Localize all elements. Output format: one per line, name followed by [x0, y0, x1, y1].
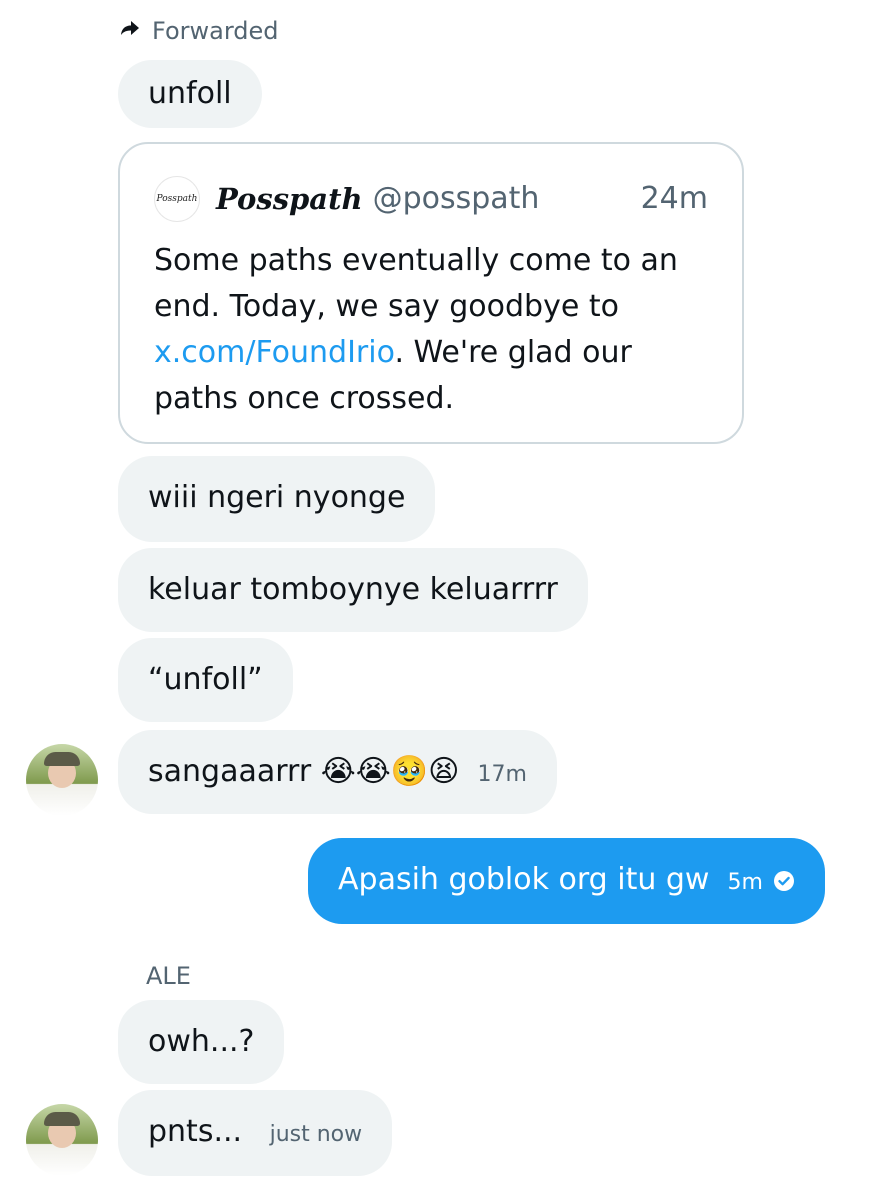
- message-bubble[interactable]: wiii ngeri nyonge: [118, 456, 436, 542]
- forward-arrow-icon: [118, 16, 142, 46]
- message-text: pnts...: [148, 1114, 252, 1149]
- message-time: just now: [269, 1122, 363, 1147]
- avatar[interactable]: [26, 744, 98, 816]
- quoted-post-link[interactable]: x.com/FoundIrio: [154, 335, 394, 370]
- message-bubble[interactable]: sangaaarrr 😭😭🥹😫 17m: [118, 730, 557, 814]
- sent-message-bubble[interactable]: Apasih goblok org itu gw 5m: [308, 838, 825, 924]
- sender-name: ALE: [146, 962, 191, 990]
- message-text: “unfoll”: [148, 662, 263, 697]
- avatar[interactable]: [26, 1104, 98, 1176]
- read-check-icon: [773, 863, 795, 891]
- message-bubble[interactable]: pnts... just now: [118, 1090, 393, 1176]
- message-bubble[interactable]: owh...?: [118, 1000, 285, 1084]
- message-bubble[interactable]: keluar tomboynye keluarrrr: [118, 548, 588, 632]
- message-bubble[interactable]: unfoll: [118, 60, 262, 128]
- message-text: keluar tomboynye keluarrrr: [148, 572, 558, 607]
- quoted-post-author-handle: @posspath: [372, 181, 540, 216]
- message-time: 5m: [727, 870, 763, 895]
- quoted-post-author-name: Posspath: [216, 182, 363, 216]
- message-text: sangaaarrr: [148, 754, 321, 789]
- forwarded-label: Forwarded: [118, 16, 279, 46]
- message-text: wiii ngeri: [148, 480, 294, 515]
- message-text: unfoll: [148, 76, 232, 111]
- quoted-post-header: Posspath Posspath @posspath 24m: [154, 176, 708, 222]
- posspath-logo: Posspath: [154, 176, 200, 222]
- message-text: owh...?: [148, 1024, 255, 1059]
- quoted-post-text: Some paths eventually come to an end. To…: [154, 243, 678, 416]
- dm-conversation: Forwarded unfoll Posspath Posspath @poss…: [0, 0, 890, 1200]
- emoji-sequence: 😭😭🥹😫: [320, 754, 460, 789]
- quoted-post-time: 24m: [640, 181, 708, 216]
- quoted-post-card[interactable]: Posspath Posspath @posspath 24m Some pat…: [118, 142, 744, 444]
- message-text: Apasih goblok org itu gw: [338, 862, 710, 897]
- message-bubble[interactable]: “unfoll”: [118, 638, 293, 722]
- message-text-extra: nyonge: [293, 480, 406, 515]
- message-time: 17m: [477, 762, 527, 787]
- forwarded-text: Forwarded: [152, 17, 279, 45]
